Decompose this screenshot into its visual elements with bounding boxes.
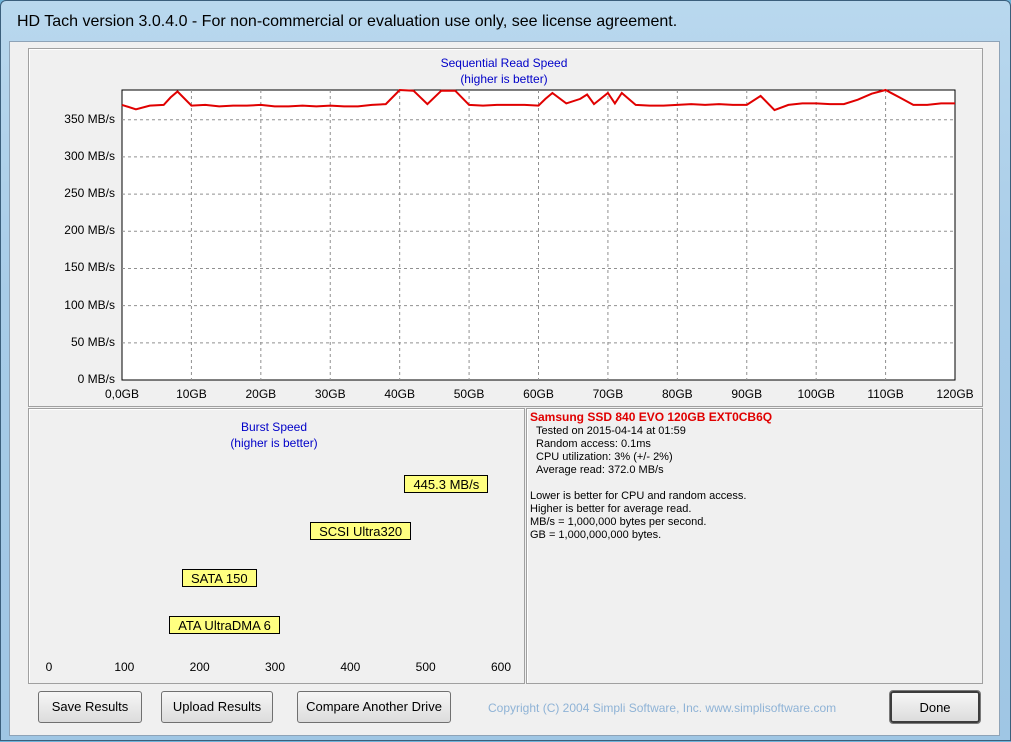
seq-y-tick-label: 100 MB/s <box>64 297 115 312</box>
note-gb: GB = 1,000,000,000 bytes. <box>530 529 662 541</box>
sequential-chart-panel <box>28 48 983 407</box>
burst-bar-label: 445.3 MB/s <box>404 475 489 493</box>
burst-x-tick-label: 500 <box>415 660 436 674</box>
burst-bar-label: SATA 150 <box>182 569 257 587</box>
burst-bar-label: ATA UltraDMA 6 <box>169 616 280 634</box>
burst-bar-label: SCSI Ultra320 <box>310 522 412 540</box>
seq-x-tick-label: 110GB <box>867 387 904 401</box>
seq-y-tick-label: 50 MB/s <box>70 334 115 349</box>
tested-date: Tested on 2015-04-14 at 01:59 <box>536 425 686 437</box>
seq-x-tick-label: 40GB <box>384 387 415 401</box>
average-read: Average read: 372.0 MB/s <box>536 464 664 476</box>
seq-y-tick-label: 200 MB/s <box>64 223 115 238</box>
seq-x-tick-label: 50GB <box>453 387 485 401</box>
cpu-utilization: CPU utilization: 3% (+/- 2%) <box>536 451 673 463</box>
drive-name: Samsung SSD 840 EVO 120GB EXT0CB6Q <box>530 410 773 424</box>
seq-y-tick-label: 300 MB/s <box>64 148 115 163</box>
burst-x-tick-label: 200 <box>189 660 210 674</box>
seq-x-tick-label: 30GB <box>314 387 346 401</box>
seq-y-tick-label: 250 MB/s <box>64 186 115 201</box>
seq-x-tick-label: 60GB <box>523 387 554 401</box>
burst-x-tick-label: 0 <box>45 660 53 674</box>
seq-y-tick-label: 150 MB/s <box>64 260 115 275</box>
compare-drive-button[interactable]: Compare Another Drive <box>297 691 451 723</box>
seq-y-tick-label: 0 MB/s <box>77 372 115 386</box>
seq-x-tick-label: 80GB <box>661 387 693 401</box>
seq-x-tick-label: 10GB <box>176 387 207 401</box>
title-bar[interactable]: HD Tach version 3.0.4.0 - For non-commer… <box>1 1 1010 41</box>
app-window: HD Tach version 3.0.4.0 - For non-commer… <box>0 0 1011 741</box>
seq-x-tick-label: 70GB <box>592 387 624 401</box>
burst-x-tick-label: 100 <box>114 660 135 674</box>
burst-chart-title: Burst Speed <box>240 420 308 434</box>
seq-chart-subtitle: (higher is better) <box>460 72 548 86</box>
burst-chart-subtitle: (higher is better) <box>230 436 318 450</box>
seq-chart-title: Sequential Read Speed <box>440 56 568 70</box>
done-button[interactable]: Done <box>889 690 981 724</box>
seq-x-tick-label: 100GB <box>797 387 835 401</box>
seq-y-tick-label: 350 MB/s <box>64 111 115 126</box>
copyright-text: Copyright (C) 2004 Simpli Software, Inc.… <box>488 701 837 715</box>
window-title: HD Tach version 3.0.4.0 - For non-commer… <box>17 13 678 30</box>
upload-results-button[interactable]: Upload Results <box>161 691 273 723</box>
random-access: Random access: 0.1ms <box>536 438 651 450</box>
save-results-button[interactable]: Save Results <box>38 691 142 723</box>
note-mbs: MB/s = 1,000,000 bytes per second. <box>530 516 707 528</box>
seq-x-tick-label: 90GB <box>731 387 763 401</box>
seq-x-tick-label: 20GB <box>245 387 277 401</box>
note-read: Higher is better for average read. <box>530 503 692 515</box>
seq-x-tick-label: 120GB <box>936 387 974 401</box>
burst-x-tick-label: 300 <box>264 660 286 674</box>
seq-x-tick-label: 0,0GB <box>104 387 140 401</box>
note-cpu: Lower is better for CPU and random acces… <box>530 490 747 502</box>
burst-x-tick-label: 400 <box>340 660 361 674</box>
